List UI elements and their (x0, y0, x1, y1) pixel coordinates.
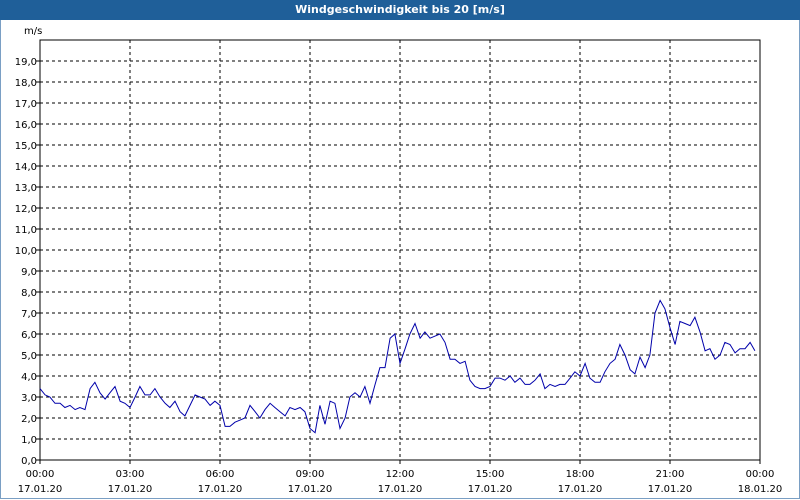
x-tick-date-label: 17.01.20 (378, 484, 423, 495)
x-tick-date-label: 17.01.20 (18, 484, 63, 495)
y-tick-label: 6,0 (21, 330, 37, 341)
x-tick-time-label: 09:00 (296, 469, 325, 480)
x-tick-time-label: 15:00 (476, 469, 505, 480)
chart-grid (40, 40, 760, 460)
y-tick-label: 11,0 (15, 225, 37, 236)
y-tick-label: 19,0 (15, 57, 37, 68)
x-tick-date-label: 17.01.20 (468, 484, 513, 495)
y-tick-label: 18,0 (15, 78, 37, 89)
wind-speed-line (39, 299, 756, 434)
x-tick-date-label: 17.01.20 (288, 484, 333, 495)
y-tick-label: 14,0 (15, 162, 37, 173)
x-tick-time-label: 03:00 (116, 469, 145, 480)
y-axis-unit-label: m/s (24, 26, 42, 37)
y-tick-label: 15,0 (15, 141, 37, 152)
line-chart: 0,0 1,0 2,0 3,0 4,0 5,0 6,0 7,0 8,0 9,0 10,0 11,0 12… (15, 26, 783, 495)
x-tick-date-label: 17.01.20 (648, 484, 693, 495)
y-axis-ticks: 0,0 1,0 2,0 3,0 4,0 5,0 6,0 7,0 8,0 9,0 10,0 11,0 12… (15, 57, 40, 467)
x-tick-time-label: 12:00 (386, 469, 415, 480)
y-tick-label: 0,0 (21, 456, 37, 467)
y-tick-label: 12,0 (15, 204, 37, 215)
y-tick-label: 2,0 (21, 414, 37, 425)
y-tick-label: 13,0 (15, 183, 37, 194)
x-axis-ticks: 00:00 17.01.20 03:00 17.01.20 06:00 17.01.20 0… (18, 460, 783, 495)
x-tick-date-label: 18.01.20 (738, 484, 783, 495)
x-tick-time-label: 21:00 (656, 469, 685, 480)
chart-series (39, 299, 756, 434)
y-tick-label: 16,0 (15, 120, 37, 131)
x-tick-time-label: 00:00 (746, 469, 775, 480)
y-tick-label: 9,0 (21, 267, 37, 278)
y-tick-label: 7,0 (21, 309, 37, 320)
y-tick-label: 1,0 (21, 435, 37, 446)
y-tick-label: 8,0 (21, 288, 37, 299)
x-tick-date-label: 17.01.20 (108, 484, 153, 495)
chart-title: Windgeschwindigkeit bis 20 [m/s] (0, 0, 800, 20)
y-tick-label: 5,0 (21, 351, 37, 362)
x-tick-time-label: 00:00 (26, 469, 55, 480)
y-tick-label: 4,0 (21, 372, 37, 383)
x-tick-date-label: 17.01.20 (558, 484, 603, 495)
x-tick-time-label: 18:00 (566, 469, 595, 480)
x-tick-date-label: 17.01.20 (198, 484, 243, 495)
y-tick-label: 17,0 (15, 99, 37, 110)
y-tick-label: 10,0 (15, 246, 37, 257)
y-tick-label: 3,0 (21, 393, 37, 404)
x-tick-time-label: 06:00 (206, 469, 235, 480)
